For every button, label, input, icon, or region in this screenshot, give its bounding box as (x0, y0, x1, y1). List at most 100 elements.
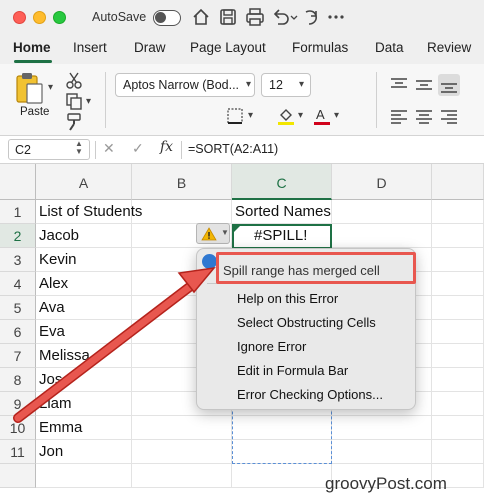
row-header-5[interactable]: 5 (0, 296, 36, 320)
cell-c12[interactable] (232, 464, 332, 488)
cell-e1[interactable] (432, 200, 484, 224)
cell-b10[interactable] (132, 416, 232, 440)
autosave-toggle[interactable] (153, 10, 181, 26)
font-color-icon[interactable]: A (312, 106, 332, 126)
tab-formulas[interactable]: Formulas (292, 40, 348, 55)
select-all-corner[interactable] (0, 164, 36, 200)
font-name-select[interactable]: Aptos Narrow (Bod... (115, 73, 255, 97)
undo-dropdown-icon[interactable] (289, 6, 299, 28)
cell-a11[interactable]: Jon (36, 440, 132, 464)
align-bottom-icon[interactable] (438, 74, 460, 96)
row-header-9[interactable]: 9 (0, 392, 36, 416)
redo-icon[interactable] (300, 6, 322, 28)
cell-d1[interactable] (332, 200, 432, 224)
tab-draw[interactable]: Draw (134, 40, 166, 55)
cell-e4[interactable] (432, 272, 484, 296)
cell-e10[interactable] (432, 416, 484, 440)
cell-a10[interactable]: Emma (36, 416, 132, 440)
cell-a7[interactable]: Melissa (36, 344, 132, 368)
tab-insert[interactable]: Insert (73, 40, 107, 55)
cell-e3[interactable] (432, 248, 484, 272)
paste-icon[interactable] (14, 72, 46, 108)
cut-icon[interactable] (64, 70, 84, 90)
row-header-6[interactable]: 6 (0, 320, 36, 344)
menu-item-error-checking-options[interactable]: Error Checking Options... (237, 387, 383, 402)
cell-d2[interactable] (332, 224, 432, 248)
menu-item-edit-in-formula-bar[interactable]: Edit in Formula Bar (237, 363, 348, 378)
tab-home[interactable]: Home (13, 40, 51, 55)
fill-color-dropdown-icon[interactable]: ▾ (298, 110, 303, 121)
cell-e6[interactable] (432, 320, 484, 344)
cell-a6[interactable]: Eva (36, 320, 132, 344)
copy-icon[interactable] (64, 91, 84, 111)
row-header-4[interactable]: 4 (0, 272, 36, 296)
insert-function-icon[interactable]: fx (160, 139, 173, 155)
save-icon[interactable] (217, 6, 239, 28)
cell-a5[interactable]: Ava (36, 296, 132, 320)
borders-dropdown-icon[interactable]: ▾ (248, 110, 253, 121)
copy-dropdown-icon[interactable]: ▾ (86, 96, 91, 107)
cell-a1[interactable]: List of Students (36, 200, 142, 224)
tab-review[interactable]: Review (427, 40, 471, 55)
cell-c1[interactable]: Sorted Names (232, 200, 332, 224)
minimize-window-button[interactable] (33, 11, 46, 24)
cell-e7[interactable] (432, 344, 484, 368)
column-header-e[interactable] (432, 164, 484, 200)
row-header-3[interactable]: 3 (0, 248, 36, 272)
font-name-dropdown-icon[interactable]: ▾ (246, 79, 251, 90)
cell-a2[interactable]: Jacob (36, 224, 132, 248)
row-header-12[interactable] (0, 464, 36, 488)
cell-b1[interactable] (132, 200, 232, 224)
align-middle-icon[interactable] (414, 76, 434, 94)
zoom-window-button[interactable] (53, 11, 66, 24)
cell-e8[interactable] (432, 368, 484, 392)
column-header-b[interactable]: B (132, 164, 232, 200)
error-options-button[interactable]: ▼ (196, 223, 230, 244)
formula-input[interactable]: =SORT(A2:A11) (188, 142, 278, 156)
cell-a9[interactable]: Liam (36, 392, 132, 416)
home-icon[interactable] (190, 6, 212, 28)
cell-e2[interactable] (432, 224, 484, 248)
close-window-button[interactable] (13, 11, 26, 24)
cell-b12[interactable] (132, 464, 232, 488)
format-painter-icon[interactable] (64, 112, 84, 132)
borders-icon[interactable] (225, 106, 245, 126)
cell-e5[interactable] (432, 296, 484, 320)
align-left-icon[interactable] (389, 108, 409, 126)
cell-a8[interactable]: Jose (36, 368, 132, 392)
tab-data[interactable]: Data (375, 40, 404, 55)
cell-b11[interactable] (132, 440, 232, 464)
paste-dropdown-icon[interactable]: ▾ (48, 82, 53, 93)
align-right-icon[interactable] (439, 108, 459, 126)
row-header-8[interactable]: 8 (0, 368, 36, 392)
menu-item-select-obstructing-cells[interactable]: Select Obstructing Cells (237, 315, 376, 330)
cell-a4[interactable]: Alex (36, 272, 132, 296)
more-icon[interactable] (325, 6, 347, 28)
cancel-icon[interactable]: ✕ (103, 140, 115, 157)
font-color-dropdown-icon[interactable]: ▾ (334, 110, 339, 121)
menu-item-ignore-error[interactable]: Ignore Error (237, 339, 306, 354)
column-header-d[interactable]: D (332, 164, 432, 200)
cell-a12[interactable] (36, 464, 132, 488)
align-top-icon[interactable] (389, 76, 409, 94)
enter-icon[interactable]: ✓ (132, 140, 144, 157)
column-header-c[interactable]: C (232, 164, 332, 200)
cell-e11[interactable] (432, 440, 484, 464)
cell-d10[interactable] (332, 416, 432, 440)
menu-item-help-on-error[interactable]: Help on this Error (237, 291, 338, 306)
row-header-7[interactable]: 7 (0, 344, 36, 368)
tab-page-layout[interactable]: Page Layout (190, 40, 266, 55)
name-box-dropdown-icon[interactable]: ▲ ▼ (75, 140, 83, 156)
row-header-11[interactable]: 11 (0, 440, 36, 464)
font-size-dropdown-icon[interactable]: ▾ (299, 79, 304, 90)
column-header-a[interactable]: A (36, 164, 132, 200)
cell-a3[interactable]: Kevin (36, 248, 132, 272)
cell-e9[interactable] (432, 392, 484, 416)
row-header-1[interactable]: 1 (0, 200, 36, 224)
align-center-icon[interactable] (414, 108, 434, 126)
row-header-10[interactable]: 10 (0, 416, 36, 440)
row-header-2[interactable]: 2 (0, 224, 36, 248)
print-icon[interactable] (244, 6, 266, 28)
fill-color-icon[interactable] (276, 106, 296, 126)
cell-d11[interactable] (332, 440, 432, 464)
